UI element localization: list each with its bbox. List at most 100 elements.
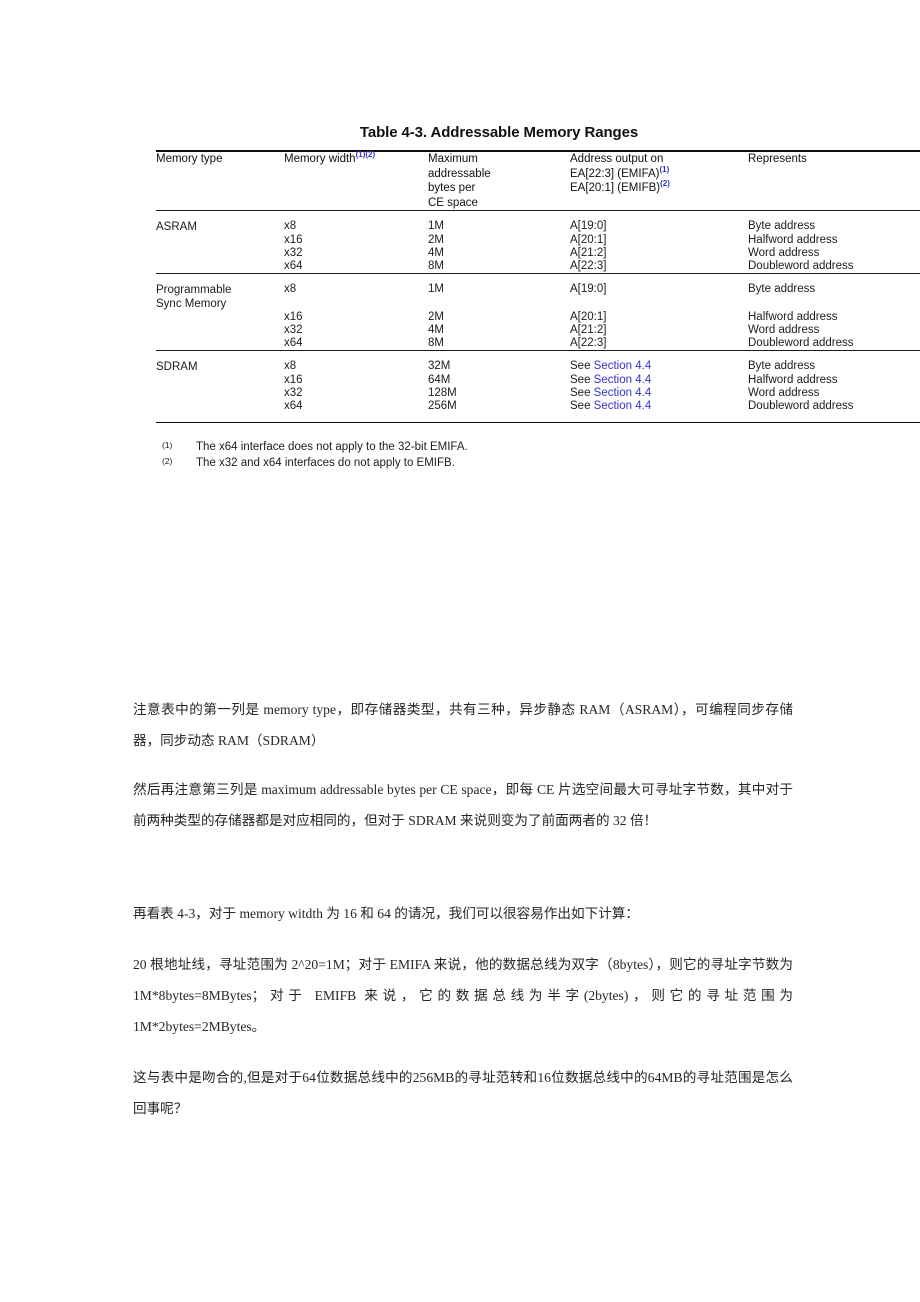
cell-memory-type: [156, 260, 284, 274]
footnote-2-text: The x32 and x64 interfaces do not apply …: [196, 457, 455, 470]
cell-max-addressable-bytes: 4M: [428, 324, 444, 337]
table-row: x64 8M A[22:3] Doubleword address: [156, 337, 920, 351]
column-header-max-bytes: Maximum addressable bytes per CE space: [428, 151, 570, 211]
cell-memory-type-line2: Sync Memory: [156, 298, 227, 311]
addressable-memory-ranges-table: Memory type Memory width(1)(2) Maximum a…: [156, 150, 920, 424]
cell-memory-width: x16: [284, 311, 303, 324]
table-row: x16 64M See Section 4.4 Halfword address: [156, 374, 920, 387]
cell-represents: Word address: [748, 247, 820, 260]
footnote-marker-2: (2): [660, 179, 670, 189]
cell-memory-type: SDRAM: [156, 361, 198, 374]
table-header: Memory type Memory width(1)(2) Maximum a…: [156, 151, 920, 211]
cell-memory-width: x16: [284, 374, 303, 387]
cell-memory-width: x32: [284, 324, 303, 337]
column-header-memory-type: Memory type: [156, 151, 284, 211]
footnote-1: (1) The x64 interface does not apply to …: [162, 439, 762, 455]
section-link[interactable]: Section 4.4: [594, 374, 652, 386]
cell-memory-type: [156, 374, 284, 387]
cell-represents: Doubleword address: [748, 400, 920, 424]
cell-address-output: See Section 4.4: [570, 351, 748, 375]
column-header-max-bytes-line1: Maximum: [428, 153, 478, 165]
cell-max-addressable-bytes: 128M: [428, 387, 457, 400]
paragraph-5: 这与表中是吻合的,但是对于64位数据总线中的256MB的寻址范转和16位数据总线…: [133, 1070, 793, 1116]
table-body: ASRAM x8 1M A[19:0] Byte address x16 2M A[20:1]…: [156, 210, 920, 424]
column-header-address-line2: EA[22:3] (EMIFA)(1): [570, 164, 748, 182]
footnote-2: (2) The x32 and x64 interfaces do not ap…: [162, 455, 762, 471]
column-header-represents: Represents: [748, 151, 920, 211]
cell-max-addressable-bytes: 8M: [428, 337, 444, 350]
table-title: Table 4-3. Addressable Memory Ranges: [359, 124, 639, 141]
footnote-2-marker: (2): [162, 456, 173, 467]
cell-max-addressable-bytes: 32M: [428, 360, 451, 373]
paragraph-4: 20 根地址线，寻址范围为 2^20=1M；对于 EMIFA 来说，他的数据总线…: [133, 957, 793, 1034]
section-link[interactable]: Section 4.4: [594, 360, 652, 372]
figure-block: Table 4-3. Addressable Memory Ranges Mem…: [0, 0, 920, 471]
cell-memory-type: Programmable Sync Memory: [156, 274, 284, 312]
cell-address-output: A[21:2]: [570, 324, 607, 337]
column-header-max-bytes-line3: bytes per: [428, 182, 476, 195]
cell-max-addressable-bytes: 1M: [428, 220, 444, 233]
column-header-represents-label: Represents: [748, 153, 807, 165]
cell-address-output: See Section 4.4: [570, 374, 748, 387]
address-prefix-text: See: [570, 387, 594, 400]
cell-max-addressable-bytes: 1M: [428, 283, 444, 296]
section-link[interactable]: Section 4.4: [594, 400, 652, 412]
table-header-row: Memory type Memory width(1)(2) Maximum a…: [156, 151, 920, 211]
cell-memory-width: x8: [284, 220, 297, 233]
table-row: x32 128M See Section 4.4 Word address: [156, 387, 920, 400]
cell-memory-type: [156, 337, 284, 351]
cell-memory-width: x32: [284, 387, 303, 400]
cell-max-addressable-bytes: 2M: [428, 234, 444, 247]
cell-address-output: A[19:0]: [570, 220, 607, 233]
cell-memory-type: [156, 400, 284, 424]
cell-memory-width: x8: [284, 283, 297, 296]
footnote-1-text: The x64 interface does not apply to the …: [196, 441, 468, 454]
table-row: x64 8M A[22:3] Doubleword address: [156, 260, 920, 274]
cell-memory-type: [156, 324, 284, 337]
table-row: x32 4M A[21:2] Word address: [156, 247, 920, 260]
cell-memory-width: x16: [284, 234, 303, 247]
paragraph-3: 再看表 4-3，对于 memory witdth 为 16 和 64 的请况，我…: [133, 906, 639, 921]
column-header-max-bytes-line4: CE space: [428, 196, 478, 209]
column-header-address-line3-text: EA[20:1] (EMIFB): [570, 182, 661, 195]
cell-represents: Byte address: [748, 283, 816, 296]
cell-represents: Doubleword address: [748, 260, 854, 273]
cell-address-output: A[20:1]: [570, 234, 607, 247]
cell-represents: Halfword address: [748, 234, 838, 247]
memory-ranges-table-wrapper: Memory type Memory width(1)(2) Maximum a…: [156, 150, 920, 424]
cell-max-addressable-bytes: 4M: [428, 247, 444, 260]
cell-memory-width: x64: [284, 260, 303, 273]
cell-address-output: A[19:0]: [570, 283, 607, 296]
paragraph-2: 然后再注意第三列是 maximum addressable bytes per …: [133, 782, 793, 828]
cell-max-addressable-bytes: 64M: [428, 374, 451, 387]
table-row: x16 2M A[20:1] Halfword address: [156, 311, 920, 324]
column-header-max-bytes-line2: addressable: [428, 167, 491, 180]
cell-represents: Halfword address: [748, 374, 838, 387]
cell-represents: Byte address: [748, 220, 816, 233]
cell-memory-width: x32: [284, 247, 303, 260]
table-footnotes: (1) The x64 interface does not apply to …: [162, 439, 762, 471]
cell-memory-type-line1: Programmable: [156, 284, 232, 297]
cell-memory-width: x64: [284, 400, 428, 424]
cell-represents: Word address: [748, 387, 820, 400]
column-header-address-line2-text: EA[22:3] (EMIFA): [570, 167, 660, 180]
cell-address-output: See Section 4.4: [570, 400, 748, 424]
article-body: 注意表中的第一列是 memory type，即存储器类型，共有三种，异步静态 R…: [133, 694, 793, 1142]
cell-address-output: A[21:2]: [570, 247, 607, 260]
address-prefix-text: See: [570, 374, 594, 387]
column-header-address-line3: EA[20:1] (EMIFB)(2): [570, 179, 748, 196]
cell-represents: Byte address: [748, 360, 816, 373]
footnote-marker-1: (1): [659, 164, 670, 174]
column-header-address-output: Address output on EA[22:3] (EMIFA)(1) EA…: [570, 151, 748, 211]
table-row: ASRAM x8 1M A[19:0] Byte address: [156, 210, 920, 235]
section-link[interactable]: Section 4.4: [594, 387, 652, 399]
cell-memory-width: x8: [284, 360, 297, 373]
cell-memory-width: x64: [284, 337, 303, 350]
address-prefix-text: See: [570, 400, 594, 413]
cell-max-addressable-bytes: 256M: [428, 400, 570, 424]
table-row: x32 4M A[21:2] Word address: [156, 324, 920, 337]
table-row: x16 2M A[20:1] Halfword address: [156, 234, 920, 247]
cell-represents: Word address: [748, 324, 820, 337]
cell-address-output: A[20:1]: [570, 311, 607, 324]
cell-max-addressable-bytes: 8M: [428, 260, 444, 273]
